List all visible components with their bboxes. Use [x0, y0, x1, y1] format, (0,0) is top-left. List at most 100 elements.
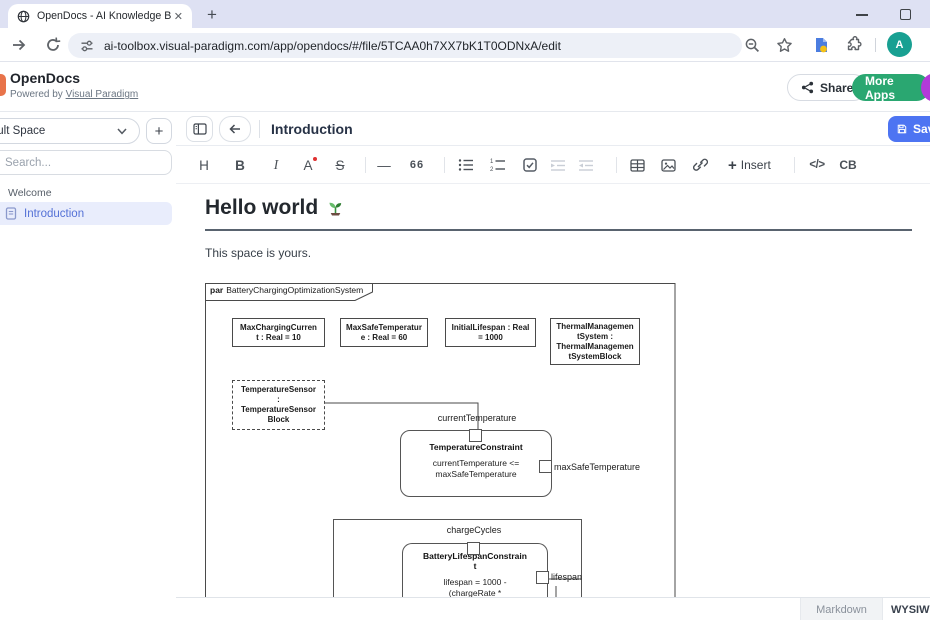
link-button[interactable] — [688, 155, 712, 175]
port-lifespan — [536, 571, 549, 584]
editor-mode-bar: Markdown WYSIWYG — [176, 597, 930, 620]
save-button[interactable]: Save — [888, 116, 930, 142]
bold-button[interactable]: B — [228, 155, 252, 175]
site-info-icon[interactable] — [80, 39, 94, 53]
numbered-list-button[interactable]: 1 2 — [486, 155, 510, 175]
window-maximize-button[interactable] — [900, 9, 911, 20]
outdent-icon — [578, 159, 594, 172]
value-block-initial-lifespan: InitialLifespan : Real = 1000 — [445, 318, 536, 347]
tab-close-icon[interactable]: ✕ — [171, 10, 186, 23]
image-button[interactable] — [656, 155, 680, 175]
save-label: Save — [913, 122, 930, 136]
toolbar-divider — [794, 157, 795, 173]
table-button[interactable] — [625, 155, 649, 175]
toolbar-divider — [365, 157, 366, 173]
heading-button[interactable]: H — [192, 155, 216, 175]
text-color-button[interactable]: A — [296, 155, 320, 175]
doc-paragraph: This space is yours. — [205, 246, 311, 260]
toolbar-divider — [444, 157, 445, 173]
label-max-safe-temperature: maxSafeTemperature — [554, 462, 640, 472]
search-input[interactable] — [0, 150, 172, 175]
document-canvas[interactable]: Hello world This space is yours. parBatt… — [176, 184, 930, 597]
part-temperature-sensor: TemperatureSensor : TemperatureSensor Bl… — [232, 380, 325, 430]
forward-icon[interactable] — [10, 36, 28, 54]
insert-button[interactable]: + Insert — [728, 155, 771, 175]
value-block-max-charging-current: MaxChargingCurren t : Real = 10 — [232, 318, 325, 347]
constraint-title: TemperatureConstraint — [401, 442, 551, 452]
task-list-button[interactable] — [518, 155, 542, 175]
tab-wysiwyg[interactable]: WYSIWYG — [882, 598, 930, 620]
port-charge-cycles — [467, 542, 480, 555]
reload-icon[interactable] — [44, 36, 62, 54]
color-dot — [313, 157, 317, 161]
inline-code-button[interactable]: </> — [803, 155, 831, 175]
screen: OpenDocs - AI Knowledge Base ✕ + ai-tool… — [0, 0, 930, 620]
toolbar-divider — [875, 38, 876, 52]
italic-button[interactable]: I — [264, 155, 288, 175]
pinned-extension-icon[interactable] — [813, 36, 830, 54]
indent-icon — [550, 159, 566, 172]
browser-toolbar: ai-toolbox.visual-paradigm.com/app/opend… — [0, 28, 930, 62]
label-charge-cycles: chargeCycles — [424, 525, 524, 535]
sidebar-section-label: Welcome — [8, 187, 52, 199]
outdent-button[interactable] — [574, 155, 598, 175]
frame-title: BatteryChargingOptimizationSystem — [226, 285, 363, 295]
strikethrough-button[interactable]: S — [328, 155, 352, 175]
add-space-button[interactable]: + — [146, 118, 172, 144]
tab-markdown[interactable]: Markdown — [800, 598, 882, 620]
new-tab-button[interactable]: + — [201, 4, 223, 26]
browser-profile-avatar[interactable]: A — [887, 32, 912, 57]
visual-paradigm-link[interactable]: Visual Paradigm — [66, 89, 139, 100]
share-icon — [801, 81, 814, 94]
more-apps-button[interactable]: More Apps — [852, 74, 930, 101]
header-divider — [259, 120, 260, 138]
bullet-list-icon — [458, 158, 474, 172]
port-current-temperature — [469, 429, 482, 442]
svg-text:1: 1 — [490, 159, 494, 165]
url-text: ai-toolbox.visual-paradigm.com/app/opend… — [104, 39, 561, 53]
doc-header: Introduction Save — [176, 112, 930, 146]
table-icon — [630, 159, 645, 172]
image-icon — [661, 159, 676, 172]
space-selector[interactable]: Default Space — [0, 118, 140, 144]
back-button[interactable] — [219, 116, 251, 142]
browser-tab[interactable]: OpenDocs - AI Knowledge Base ✕ — [8, 4, 192, 28]
block-thermal-management: ThermalManagemen tSystem : ThermalManage… — [550, 318, 640, 365]
horizontal-rule-button[interactable]: — — [372, 155, 396, 175]
arrow-left-icon — [228, 123, 242, 135]
save-floppy-icon — [897, 123, 907, 135]
seedling-icon — [326, 199, 345, 218]
browser-tab-strip: OpenDocs - AI Knowledge Base ✕ + — [0, 0, 930, 28]
indent-button[interactable] — [546, 155, 570, 175]
space-name: Default Space — [0, 125, 45, 137]
sidebar-item-introduction[interactable]: Introduction — [0, 202, 172, 225]
extensions-puzzle-icon[interactable] — [845, 36, 863, 54]
app-name: OpenDocs — [10, 70, 80, 86]
constraint-body: currentTemperature <= maxSafeTemperature — [401, 458, 551, 480]
label-current-temperature: currentTemperature — [427, 413, 527, 423]
address-bar[interactable]: ai-toolbox.visual-paradigm.com/app/opend… — [68, 33, 742, 58]
value-block-max-safe-temperature: MaxSafeTemperatur e : Real = 60 — [340, 318, 428, 347]
constraint-body: lifespan = 1000 - (chargeRate * — [403, 577, 547, 597]
code-block-button[interactable]: CB — [836, 155, 860, 175]
chevron-down-icon — [117, 128, 127, 135]
tab-title: OpenDocs - AI Knowledge Base — [37, 10, 171, 22]
window-minimize-button[interactable] — [856, 14, 868, 16]
frame-keyword: par — [210, 285, 223, 295]
bookmark-star-icon[interactable] — [776, 37, 793, 54]
app-header: OpenDocs Powered by Visual Paradigm Shar… — [0, 62, 930, 112]
svg-text:2: 2 — [490, 167, 494, 172]
toggle-sidebar-button[interactable] — [186, 116, 213, 142]
bullet-list-button[interactable] — [454, 155, 478, 175]
share-label: Share — [820, 81, 853, 95]
frame-label: parBatteryChargingOptimizationSystem — [210, 285, 363, 295]
label-lifespan: lifespan — [551, 572, 582, 582]
document-icon — [5, 207, 17, 220]
sidebar: Default Space + Welcome Introduction — [0, 112, 176, 620]
profile-letter: A — [896, 39, 904, 51]
blockquote-button[interactable]: 66 — [405, 155, 429, 175]
zoom-out-icon[interactable] — [744, 37, 761, 54]
uml-parametric-diagram[interactable]: parBatteryChargingOptimizationSystem Max… — [205, 283, 676, 597]
page-title: Introduction — [271, 121, 353, 137]
doc-heading-row: Hello world — [205, 196, 912, 231]
